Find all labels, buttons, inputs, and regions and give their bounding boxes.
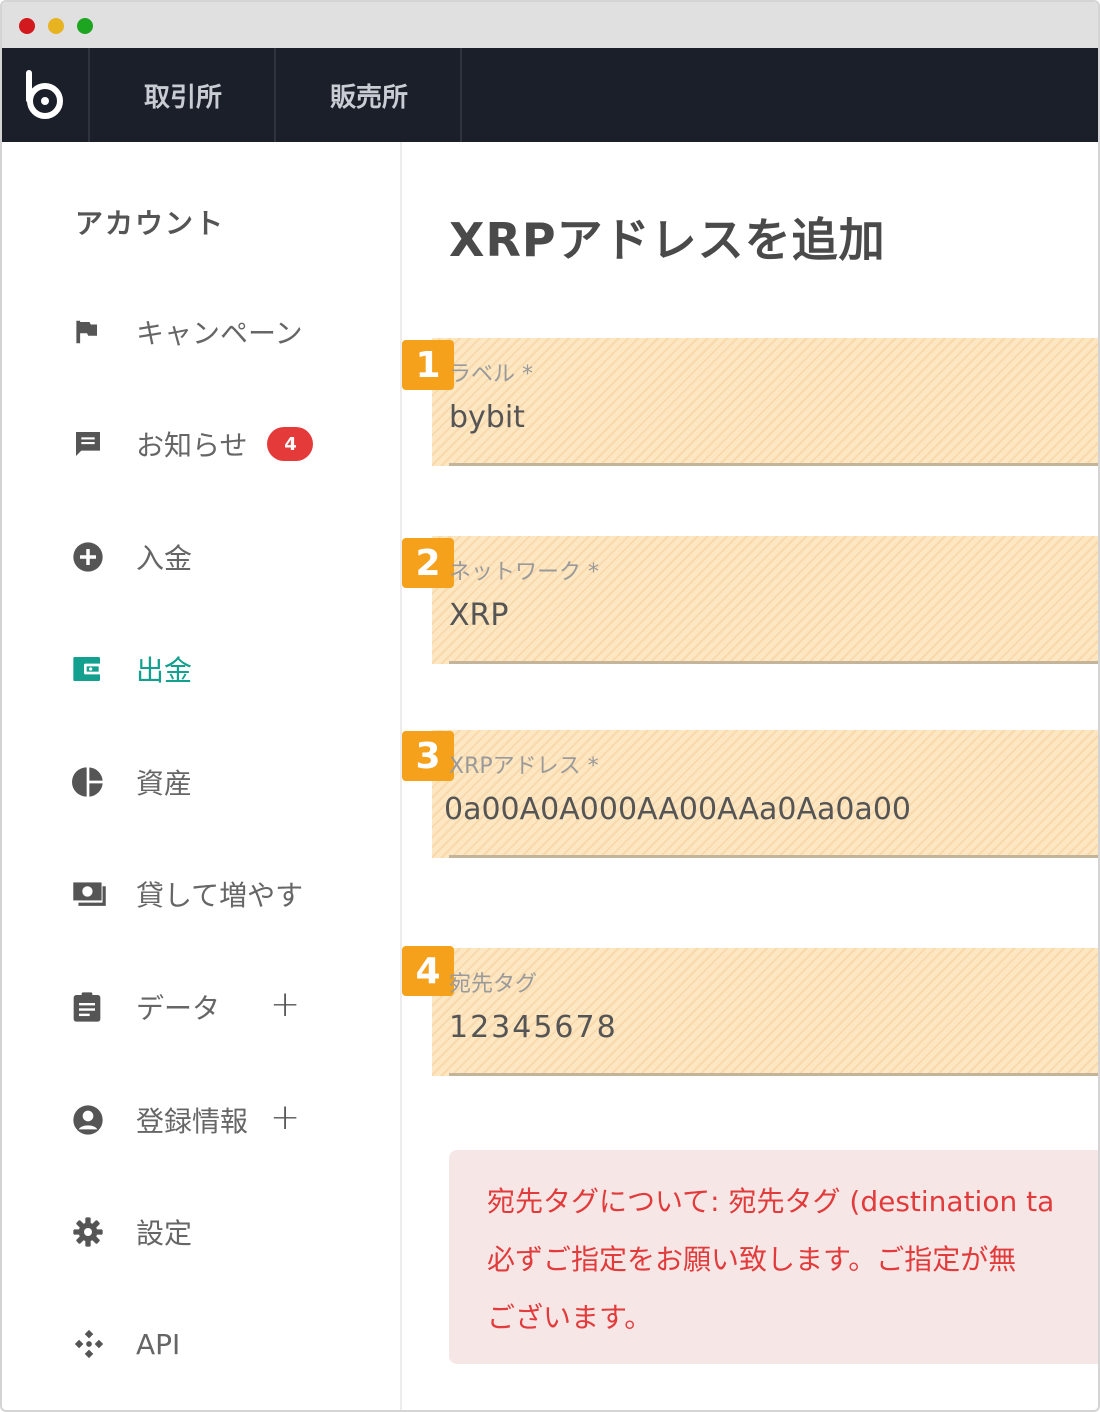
notice-line-3: ございます。 xyxy=(487,1301,653,1334)
sidebar-item-campaign[interactable]: キャンペーン xyxy=(72,302,392,362)
step-marker: 2 xyxy=(402,538,454,588)
wallet-icon xyxy=(72,649,112,689)
nav-tab-exchange[interactable]: 取引所 xyxy=(92,48,276,142)
sidebar-item-news[interactable]: お知らせ 4 xyxy=(72,414,392,474)
expand-registration-button[interactable]: + xyxy=(270,1097,300,1138)
destination-tag-field-value[interactable]: 12345678 xyxy=(449,1010,618,1045)
sidebar-item-deposit[interactable]: 入金 xyxy=(72,527,392,587)
sidebar-item-label: お知らせ xyxy=(136,429,248,462)
window-titlebar xyxy=(2,2,1098,48)
xrp-address-field[interactable]: 3 XRPアドレス * 0a00A0A000AA00AAa0Aa0a00 xyxy=(402,730,1098,858)
gear-icon xyxy=(72,1212,112,1252)
sidebar-section-title: アカウント xyxy=(75,207,226,240)
label-field-value[interactable]: bybit xyxy=(449,400,525,435)
destination-tag-field-label: 宛先タグ xyxy=(449,972,538,997)
step-marker: 4 xyxy=(402,946,454,996)
xrp-address-field-value[interactable]: 0a00A0A000AA00AAa0Aa0a00 xyxy=(444,792,911,827)
network-field[interactable]: 2 ネットワーク * XRP xyxy=(402,536,1098,664)
close-window-button[interactable] xyxy=(19,18,35,34)
field-underline xyxy=(449,855,1098,858)
sidebar-item-label: API xyxy=(136,1327,181,1361)
sidebar-item-label: 出金 xyxy=(136,654,193,687)
plus-circle-icon xyxy=(72,537,112,577)
sidebar-item-assets[interactable]: 資産 xyxy=(72,752,392,812)
sidebar-item-lending[interactable]: 貸して増やす xyxy=(72,864,392,924)
destination-tag-field[interactable]: 4 宛先タグ 12345678 xyxy=(402,946,1098,1076)
clipboard-icon xyxy=(72,987,112,1027)
label-field-label: ラベル * xyxy=(449,362,533,387)
network-field-value[interactable]: XRP xyxy=(449,598,509,633)
pie-chart-icon xyxy=(72,762,112,802)
sidebar: アカウント キャンペーン お知らせ 4 入金 出金 資産 貸して増やす データ … xyxy=(2,142,402,1410)
sidebar-item-label: 資産 xyxy=(136,767,193,800)
sidebar-item-data[interactable]: データ xyxy=(72,977,392,1037)
field-underline xyxy=(449,463,1098,466)
sidebar-item-label: キャンペーン xyxy=(136,317,303,350)
field-underline xyxy=(449,661,1098,664)
top-navbar: 取引所 販売所 xyxy=(2,48,1098,142)
account-circle-icon xyxy=(72,1100,112,1140)
sidebar-item-settings[interactable]: 設定 xyxy=(72,1202,392,1262)
message-icon xyxy=(72,424,112,464)
main-content: XRPアドレスを追加 1 ラベル * bybit 2 ネットワーク * XRP … xyxy=(402,142,1098,1410)
sidebar-item-withdraw[interactable]: 出金 xyxy=(72,639,392,699)
notice-line-2: 必ずご指定をお願い致します。ご指定が無 xyxy=(487,1243,1017,1276)
destination-tag-notice: 宛先タグについて: 宛先タグ (destination ta 必ずご指定をお願い… xyxy=(449,1150,1098,1364)
money-icon xyxy=(72,874,112,914)
browser-window: 取引所 販売所 アカウント キャンペーン お知らせ 4 入金 出金 資産 貸して… xyxy=(0,0,1100,1412)
sidebar-item-label: 登録情報 xyxy=(136,1105,249,1138)
bitbank-logo[interactable] xyxy=(2,48,90,142)
minimize-window-button[interactable] xyxy=(48,18,64,34)
nav-tab-dealer[interactable]: 販売所 xyxy=(278,48,462,142)
sidebar-item-label: 設定 xyxy=(136,1217,193,1250)
notification-count-badge: 4 xyxy=(267,427,314,461)
sidebar-item-label: 貸して増やす xyxy=(136,879,304,912)
sidebar-item-api[interactable]: API xyxy=(72,1314,392,1374)
page-title: XRPアドレスを追加 xyxy=(449,213,886,267)
expand-data-button[interactable]: + xyxy=(270,984,300,1025)
sidebar-item-label: 入金 xyxy=(136,542,193,575)
api-icon xyxy=(72,1324,112,1364)
flag-icon xyxy=(72,312,112,352)
logo-icon xyxy=(26,70,63,119)
step-marker: 1 xyxy=(402,340,454,390)
sidebar-item-registration[interactable]: 登録情報 xyxy=(72,1090,392,1150)
field-underline xyxy=(449,1073,1098,1076)
notice-line-1: 宛先タグについて: 宛先タグ (destination ta xyxy=(487,1185,1055,1218)
step-marker: 3 xyxy=(402,731,454,781)
sidebar-item-label: データ xyxy=(136,992,221,1025)
xrp-address-field-label: XRPアドレス * xyxy=(449,754,599,779)
maximize-window-button[interactable] xyxy=(77,18,93,34)
label-field[interactable]: 1 ラベル * bybit xyxy=(402,338,1098,466)
network-field-label: ネットワーク * xyxy=(449,560,599,585)
